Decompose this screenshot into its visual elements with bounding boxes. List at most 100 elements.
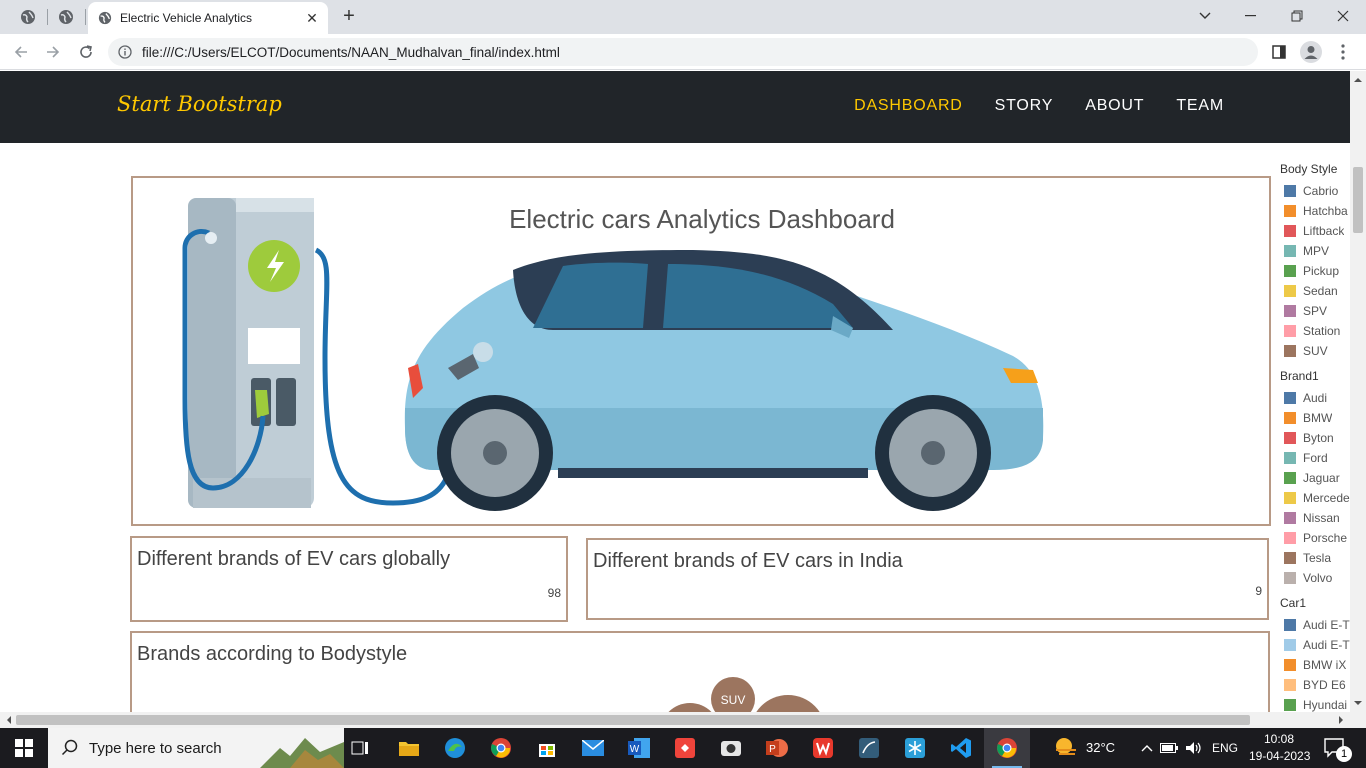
- clock-time[interactable]: 10:08: [1264, 732, 1294, 746]
- start-button[interactable]: [0, 728, 48, 768]
- scroll-left-arrow-icon[interactable]: [2, 712, 16, 728]
- legend-car-title: Car1: [1280, 596, 1307, 610]
- brand-legend-item[interactable]: Tesla: [1280, 548, 1350, 568]
- task-view-button[interactable]: [337, 728, 383, 768]
- store-app[interactable]: [524, 728, 570, 768]
- reload-button[interactable]: [73, 40, 99, 64]
- tab-active[interactable]: Electric Vehicle Analytics ✕: [88, 2, 328, 34]
- battery-icon[interactable]: [1160, 743, 1178, 753]
- restore-button[interactable]: [1284, 4, 1310, 28]
- car-legend-item[interactable]: BMW iX: [1280, 655, 1350, 675]
- profile-button[interactable]: [1298, 40, 1324, 64]
- clock-date[interactable]: 19-04-2023: [1249, 749, 1310, 763]
- browser-menu-button[interactable]: [1330, 40, 1356, 64]
- pinned-tab-1[interactable]: [9, 5, 47, 29]
- legend-swatch: [1284, 492, 1296, 504]
- globe-icon: [59, 10, 73, 24]
- url-text[interactable]: file:///C:/Users/ELCOT/Documents/NAAN_Mu…: [142, 45, 560, 60]
- legend-label: Pickup: [1303, 264, 1340, 278]
- camera-icon: [721, 741, 741, 756]
- brand-legend-item[interactable]: Jaguar: [1280, 468, 1350, 488]
- close-window-button[interactable]: [1330, 4, 1356, 28]
- brand-legend-item[interactable]: Ford: [1280, 448, 1350, 468]
- horizontal-scroll-thumb[interactable]: [16, 715, 1250, 725]
- wps-office-app[interactable]: [800, 728, 846, 768]
- page-viewport: Start Bootstrap DASHBOARD STORY ABOUT TE…: [0, 71, 1350, 712]
- body-style-legend-item[interactable]: MPV: [1280, 241, 1350, 261]
- snowflake-app[interactable]: [892, 728, 938, 768]
- side-panel-button[interactable]: [1266, 40, 1292, 64]
- nav-about[interactable]: ABOUT: [1085, 97, 1144, 115]
- chrome-app-active[interactable]: [984, 728, 1030, 768]
- nav-dashboard[interactable]: DASHBOARD: [854, 97, 963, 115]
- camera-app[interactable]: [708, 728, 754, 768]
- pinned-tab-2[interactable]: [47, 5, 85, 29]
- brand-logo[interactable]: Start Bootstrap: [117, 92, 282, 116]
- chrome-app[interactable]: [478, 728, 524, 768]
- scroll-down-arrow-icon[interactable]: [1350, 696, 1366, 710]
- database-icon: [859, 738, 879, 758]
- language-indicator[interactable]: ENG: [1212, 741, 1238, 755]
- body-style-legend-item[interactable]: Liftback: [1280, 221, 1350, 241]
- legend-label: Hatchba: [1303, 204, 1348, 218]
- tab-search-chevron-icon[interactable]: [1192, 4, 1218, 28]
- taskbar-search-box[interactable]: Type here to search: [48, 728, 344, 768]
- brand-legend-item[interactable]: Audi: [1280, 388, 1350, 408]
- task-view-icon: [351, 741, 368, 755]
- body-style-legend-item[interactable]: Sedan: [1280, 281, 1350, 301]
- bubble[interactable]: [660, 703, 720, 712]
- body-style-legend-item[interactable]: Hatchba: [1280, 201, 1350, 221]
- scroll-up-arrow-icon[interactable]: [1350, 73, 1366, 87]
- vertical-scroll-thumb[interactable]: [1353, 167, 1363, 233]
- nav-team[interactable]: TEAM: [1176, 97, 1224, 115]
- speaker-icon[interactable]: [1185, 741, 1203, 755]
- brand-legend-item[interactable]: Nissan: [1280, 508, 1350, 528]
- brand-legend-item[interactable]: Mercede: [1280, 488, 1350, 508]
- side-panel-icon: [1272, 45, 1286, 59]
- nav-story[interactable]: STORY: [995, 97, 1054, 115]
- car-legend-item[interactable]: Hyundai: [1280, 695, 1350, 712]
- minimize-button[interactable]: [1238, 4, 1264, 28]
- body-style-legend-item[interactable]: SUV: [1280, 341, 1350, 361]
- chevron-up-icon[interactable]: [1141, 744, 1153, 752]
- body-style-legend-item[interactable]: SPV: [1280, 301, 1350, 321]
- legend-label: Audi: [1303, 391, 1328, 405]
- vertical-scrollbar[interactable]: [1350, 71, 1366, 712]
- legend-swatch: [1284, 225, 1296, 237]
- car-legend-item[interactable]: Audi E-T: [1280, 635, 1350, 655]
- new-tab-button[interactable]: +: [338, 6, 360, 28]
- body-style-legend-item[interactable]: Cabrio: [1280, 181, 1350, 201]
- bodystyle-panel: Brands according to Bodystyle SUV: [130, 631, 1270, 712]
- legend-label: Sedan: [1303, 284, 1338, 298]
- anydesk-app[interactable]: [662, 728, 708, 768]
- weather-icon[interactable]: [1052, 736, 1080, 760]
- word-app[interactable]: W: [616, 728, 662, 768]
- file-explorer-app[interactable]: [386, 728, 432, 768]
- brand-legend-item[interactable]: Porsche: [1280, 528, 1350, 548]
- back-button[interactable]: [8, 40, 34, 64]
- brand-legend-item[interactable]: Volvo: [1280, 568, 1350, 588]
- scroll-right-arrow-icon[interactable]: [1334, 712, 1348, 728]
- car-legend-item[interactable]: BYD E6: [1280, 675, 1350, 695]
- legend-swatch: [1284, 345, 1296, 357]
- legend-label: Cabrio: [1303, 184, 1339, 198]
- body-style-legend-item[interactable]: Station: [1280, 321, 1350, 341]
- mail-app[interactable]: [570, 728, 616, 768]
- horizontal-scrollbar[interactable]: [0, 712, 1366, 728]
- address-bar[interactable]: file:///C:/Users/ELCOT/Documents/NAAN_Mu…: [108, 38, 1258, 66]
- close-tab-icon[interactable]: ✕: [302, 8, 322, 28]
- kpi-global-panel: Different brands of EV cars globally 98: [130, 536, 568, 622]
- vscode-app[interactable]: [938, 728, 984, 768]
- forward-button[interactable]: [40, 40, 66, 64]
- body-style-legend-item[interactable]: Pickup: [1280, 261, 1350, 281]
- powerpoint-app[interactable]: P: [754, 728, 800, 768]
- car-legend-item[interactable]: Audi E-T: [1280, 615, 1350, 635]
- brand-legend-item[interactable]: BMW: [1280, 408, 1350, 428]
- chrome-icon: [491, 738, 511, 758]
- brand-legend-item[interactable]: Byton: [1280, 428, 1350, 448]
- mysql-workbench-app[interactable]: [846, 728, 892, 768]
- bubble[interactable]: [750, 695, 826, 712]
- edge-app[interactable]: [432, 728, 478, 768]
- weather-temperature[interactable]: 32°C: [1086, 740, 1115, 755]
- notification-count-badge[interactable]: 1: [1336, 746, 1352, 762]
